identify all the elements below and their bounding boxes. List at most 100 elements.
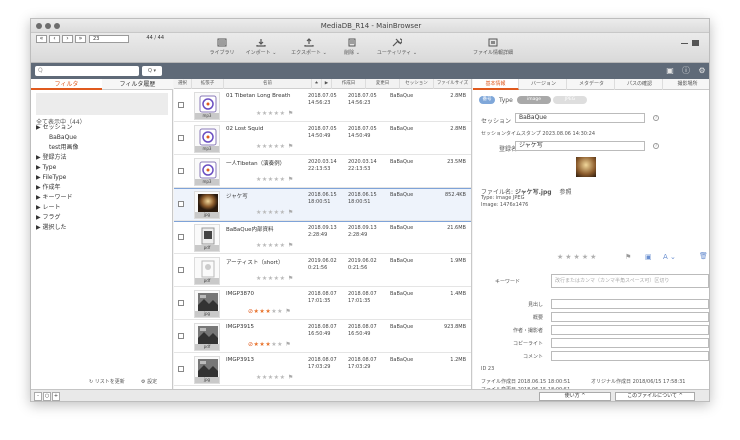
file-thumbnail[interactable]: mp3 [194,125,220,153]
tree-item[interactable]: test用画像 [36,143,168,153]
column-header[interactable]: ファイルサイズ [434,79,471,89]
tree-item[interactable]: ▶ フラグ [36,213,168,223]
file-thumbnail[interactable]: jpg [194,356,220,384]
flag-icon[interactable]: ⚑ [288,374,294,381]
file-thumbnail[interactable]: jpg [194,290,220,318]
rating-stars[interactable]: ★★★★★ [557,253,598,261]
tree-item[interactable]: ▶ 登録方法 [36,153,168,163]
select-checkbox[interactable] [178,234,184,240]
reference-link[interactable]: 参照 [560,189,572,196]
table-row[interactable]: pdf IMGP3915 ⊘★★★★★ ⚑ 2018.08.07 16:50:49 20… [174,321,471,353]
help-icon[interactable]: ? [653,115,659,121]
select-checkbox[interactable] [178,333,184,339]
zoom-in-button[interactable]: + [52,392,60,401]
utility-tool[interactable]: ユーティリティ ⌄ [375,38,419,56]
table-row[interactable]: jpg IMGP3913 ★★★★★ ⚑ 2018.08.07 17:03:29 201… [174,354,471,386]
zoom-out-button[interactable]: - [34,392,42,401]
column-header[interactable]: 変更日 [366,79,400,89]
table-row[interactable]: pdf BaBaQue内部資料 ★★★★★ ⚑ 2018.09.13 2:28:49 2… [174,222,471,254]
tree-item[interactable]: ▶ セッション [36,123,168,133]
select-checkbox[interactable] [178,102,184,108]
howto-button[interactable]: 使い方 ^ [539,392,611,401]
metadata-input[interactable] [551,325,709,335]
type-jpeg-pill[interactable]: JPEG [553,96,587,104]
flag-icon[interactable]: ⚑ [288,209,294,216]
delete-tool[interactable]: 削除 ⌄ [339,38,365,56]
column-header[interactable]: 拡張子 [192,79,224,89]
info-tab[interactable]: パスの確認 [617,79,663,90]
flag-icon[interactable]: ⚑ [285,341,291,348]
column-header[interactable]: 名前 [224,79,312,89]
prev-page-button[interactable]: ‹ [49,35,60,43]
page-input[interactable]: 23 [89,35,129,43]
table-row[interactable]: jpg ジャケ写 ★★★★★ ⚑ 2018.06.15 18:00:51 2018.06… [174,188,471,222]
panel-toggle-icon[interactable] [692,40,699,46]
file-detail-tool[interactable]: ファイル情報詳細 [471,38,515,56]
keyword-input[interactable]: 改行またはカンマ（カンマ半角スペース可）区切り [551,274,709,288]
import-tool[interactable]: インポート ⌄ [241,38,281,56]
select-checkbox[interactable] [178,267,184,273]
file-thumbnail[interactable]: pdf [194,323,220,351]
library-tool[interactable]: ライブラリ [207,38,237,56]
export-tool[interactable]: エクスポート ⌄ [287,38,331,56]
next-page-button[interactable]: › [62,35,73,43]
first-page-button[interactable]: « [36,35,47,43]
file-thumbnail[interactable]: pdf [194,257,220,285]
settings-button[interactable]: ⚙ 設定 [141,378,157,385]
select-checkbox[interactable] [178,135,184,141]
about-file-button[interactable]: このファイルについて ^ [615,392,695,401]
screen-icon[interactable]: ▣ [665,66,675,76]
rating-stars[interactable]: ★★★★★ ⚑ [256,242,294,249]
rating-stars[interactable]: ★★★★★ ⚑ [256,143,294,150]
info-tab[interactable]: 基本情報 [473,79,519,90]
rating-stars[interactable]: ⊘★★★★★ ⚑ [248,341,291,348]
tree-item[interactable]: ▶ 選択した [36,223,168,233]
select-checkbox[interactable] [178,201,184,207]
tree-item[interactable]: ▶ レート [36,203,168,213]
rating-stars[interactable]: ⊘★★★★★ ⚑ [248,308,291,315]
zoom-reset-button[interactable]: ○ [43,392,51,401]
tab-filter[interactable]: フィルタ [31,79,102,90]
text-color-icon[interactable]: A ⌄ [663,253,676,261]
tree-item[interactable]: ▶ 作成年 [36,183,168,193]
metadata-input[interactable] [551,351,709,361]
refresh-list-button[interactable]: ↻ リストを更新 [89,378,125,385]
info-icon[interactable]: ⓘ [681,66,691,76]
column-header[interactable]: ▶ [322,79,332,89]
flag-icon[interactable]: ⚑ [288,143,294,150]
flag-icon[interactable]: ⚑ [288,176,294,183]
last-page-button[interactable]: » [75,35,86,43]
help-icon[interactable]: ? [653,143,659,149]
column-header[interactable]: 作成日 [332,79,366,89]
metadata-input[interactable] [551,299,709,309]
preview-image[interactable] [576,157,596,177]
tree-item[interactable]: ▶ FileType [36,173,168,183]
flag-icon[interactable]: ⚑ [288,110,294,117]
search-scope-dropdown[interactable]: Q ▾ [142,66,162,76]
regname-field[interactable]: ジャケ写 [515,141,645,151]
file-thumbnail[interactable]: mp3 [194,92,220,120]
column-header[interactable]: 選択 [174,79,192,89]
rating-stars[interactable]: ★★★★★ ⚑ [256,209,294,216]
info-tab[interactable]: 撮影場所 [665,79,709,90]
flag-icon[interactable]: ⚑ [288,275,294,282]
table-row[interactable]: jpg IMGP3870 ⊘★★★★★ ⚑ 2018.08.07 17:01:35 20… [174,288,471,320]
metadata-input[interactable] [551,338,709,348]
search-input[interactable]: Q [35,66,139,76]
flag-icon[interactable]: ⚑ [288,242,294,249]
minus-icon[interactable] [681,43,688,44]
trash-icon[interactable]: 🗑 [699,252,708,260]
rating-stars[interactable]: ★★★★★ ⚑ [256,374,294,381]
select-checkbox[interactable] [178,300,184,306]
rating-stars[interactable]: ★★★★★ ⚑ [256,275,294,282]
file-thumbnail[interactable]: pdf [194,224,220,252]
gear-icon[interactable]: ⚙ [697,66,707,76]
photo-icon[interactable]: ▣ [645,253,652,261]
type-image-pill[interactable]: image [517,96,551,104]
tree-item[interactable]: ▶ Type [36,163,168,173]
table-row[interactable]: mp3 一人Tibetan（演奏例） ★★★★★ ⚑ 2020.03.14 22:13… [174,156,471,188]
select-checkbox[interactable] [178,366,184,372]
select-checkbox[interactable] [178,168,184,174]
tree-item[interactable]: BaBaQue [36,133,168,143]
table-row[interactable]: mp3 01 Tibetan Long Breath ★★★★★ ⚑ 2018.07.… [174,90,471,122]
